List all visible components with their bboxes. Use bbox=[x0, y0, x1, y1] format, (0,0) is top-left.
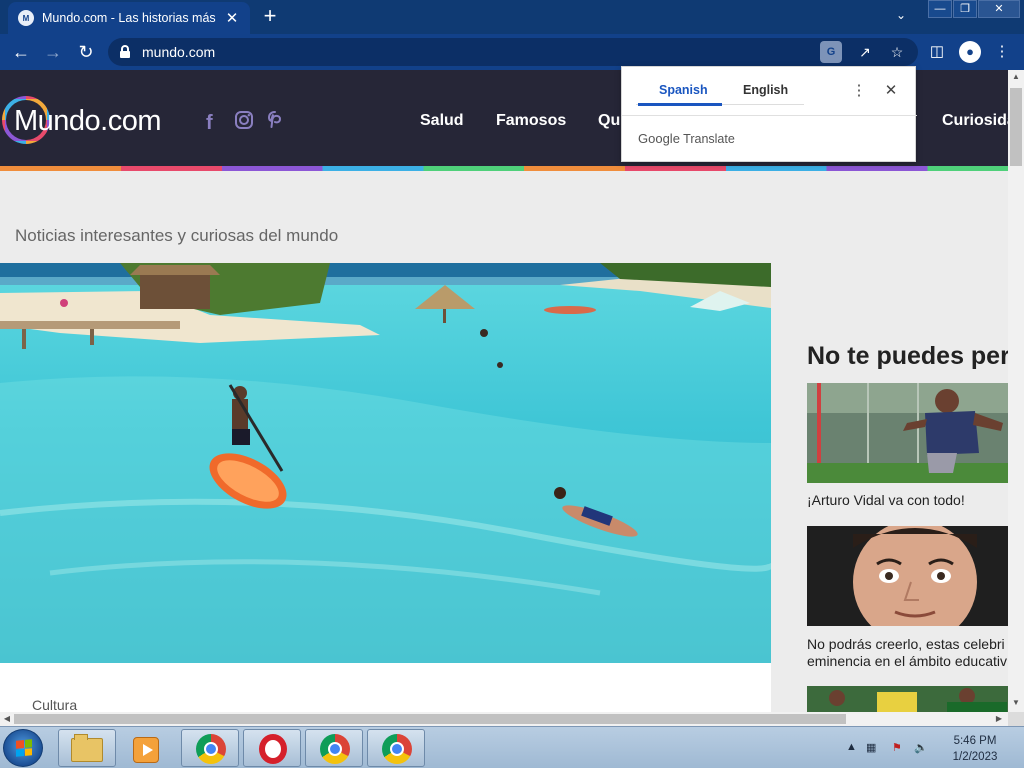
header-rainbow-stripe bbox=[0, 166, 1008, 171]
opera-icon bbox=[259, 734, 287, 764]
nav-famosos[interactable]: Famosos bbox=[496, 112, 566, 130]
translate-tab-english[interactable]: English bbox=[743, 83, 788, 97]
article-category[interactable]: Cultura bbox=[32, 697, 77, 712]
sidebar-title: No te puedes per bbox=[807, 342, 1008, 370]
taskbar-chrome-button-3[interactable] bbox=[367, 729, 425, 767]
chrome-icon bbox=[320, 734, 350, 764]
pinterest-icon[interactable] bbox=[266, 110, 284, 136]
new-tab-button[interactable]: + bbox=[258, 5, 282, 29]
instagram-icon[interactable] bbox=[234, 110, 254, 136]
chrome-menu-icon[interactable]: ⋮ bbox=[991, 41, 1013, 63]
translate-icon[interactable]: G bbox=[820, 41, 842, 63]
taskbar-chrome-button-2[interactable] bbox=[305, 729, 363, 767]
translate-brand-text: Translate bbox=[683, 132, 735, 146]
close-window-button[interactable]: ✕ bbox=[978, 0, 1020, 18]
chrome-icon bbox=[382, 734, 412, 764]
clock-time: 5:46 PM bbox=[953, 735, 997, 747]
taskbar-media-player-button[interactable] bbox=[120, 729, 178, 767]
browser-tab-mundo[interactable]: M Mundo.com - Las historias más e ✕ bbox=[8, 2, 250, 34]
browser-toolbar: ← → ↻ mundo.com G ↗ ☆ ◫ ● ⋮ bbox=[0, 34, 1024, 70]
scroll-down-arrow-icon[interactable]: ▼ bbox=[1008, 696, 1024, 710]
restore-window-button[interactable]: ❐ bbox=[953, 0, 977, 18]
sidebar-item-image-1[interactable] bbox=[807, 383, 1008, 483]
chrome-icon bbox=[196, 734, 226, 764]
minimize-window-button[interactable]: — bbox=[928, 0, 952, 18]
windows-taskbar: ▲ ▦ ⚑ 🔈 5:46 PM 1/2/2023 bbox=[0, 726, 1024, 768]
address-bar-url[interactable]: mundo.com bbox=[142, 44, 215, 60]
horizontal-scroll-thumb[interactable] bbox=[14, 714, 846, 724]
google-translate-brand: Google Translate bbox=[638, 131, 735, 146]
site-logo[interactable]: Mundo.com bbox=[14, 105, 162, 138]
browser-tab-strip: M Mundo.com - Las historias más e ✕ + ⌄ … bbox=[0, 0, 1024, 34]
translate-tab-spanish[interactable]: Spanish bbox=[659, 83, 708, 97]
facebook-icon[interactable]: f bbox=[206, 112, 213, 135]
share-icon[interactable]: ↗ bbox=[854, 41, 876, 63]
reload-button[interactable]: ↻ bbox=[75, 41, 97, 63]
taskbar-chrome-button-1[interactable] bbox=[181, 729, 239, 767]
network-icon[interactable]: ▦ bbox=[866, 741, 876, 754]
folder-icon bbox=[71, 734, 103, 762]
translate-popup: Spanish English ⋮ ✕ Google Translate bbox=[621, 66, 917, 162]
clock-date: 1/2/2023 bbox=[952, 751, 998, 763]
mundo-favicon-icon: M bbox=[18, 10, 34, 26]
scroll-left-arrow-icon[interactable]: ◀ bbox=[0, 712, 14, 726]
taskbar-explorer-button[interactable] bbox=[58, 729, 116, 767]
lock-icon[interactable] bbox=[120, 45, 130, 58]
start-button[interactable] bbox=[3, 729, 43, 767]
media-player-icon bbox=[133, 737, 159, 763]
translate-divider bbox=[622, 115, 917, 116]
article-card-footer bbox=[0, 663, 771, 712]
vertical-scrollbar[interactable]: ▲ ▼ bbox=[1008, 70, 1024, 712]
hero-image[interactable] bbox=[0, 263, 771, 663]
profile-avatar-icon[interactable]: ● bbox=[959, 41, 981, 63]
sidebar-item-caption-2[interactable]: No podrás creerlo, estas celebri bbox=[807, 636, 1008, 653]
side-panel-icon[interactable]: ◫ bbox=[926, 41, 948, 63]
translate-close-icon[interactable]: ✕ bbox=[881, 81, 901, 101]
tab-close-icon[interactable]: ✕ bbox=[224, 9, 240, 27]
tab-title: Mundo.com - Las historias más e bbox=[42, 11, 218, 25]
translate-options-icon[interactable]: ⋮ bbox=[849, 81, 869, 101]
scrollbar-corner bbox=[1008, 712, 1024, 726]
horizontal-scrollbar[interactable]: ◀ ▶ bbox=[0, 712, 1008, 726]
nav-salud[interactable]: Salud bbox=[420, 112, 464, 130]
back-button[interactable]: ← bbox=[10, 41, 32, 63]
action-center-icon[interactable]: ⚑ bbox=[892, 741, 902, 754]
google-brand-text: Google bbox=[638, 131, 680, 146]
sidebar-item-caption-2-line2[interactable]: eminencia en el ámbito educativ bbox=[807, 653, 1008, 670]
windows-flag-icon bbox=[16, 739, 32, 757]
sidebar-item-image-3[interactable] bbox=[807, 686, 1008, 712]
bookmark-star-icon[interactable]: ☆ bbox=[886, 41, 908, 63]
show-hidden-icons-icon[interactable]: ▲ bbox=[846, 741, 857, 753]
sidebar-item-caption-1[interactable]: ¡Arturo Vidal va con todo! bbox=[807, 492, 1008, 509]
web-page: Mundo.com f Salud Famosos Qui Curiosida … bbox=[0, 70, 1008, 712]
forward-button[interactable]: → bbox=[42, 41, 64, 63]
taskbar-clock[interactable]: 5:46 PM 1/2/2023 bbox=[944, 733, 1006, 765]
sidebar-item-image-2[interactable] bbox=[807, 526, 1008, 626]
tab-search-chevron-icon[interactable]: ⌄ bbox=[896, 8, 906, 22]
address-bar[interactable]: mundo.com G ↗ ☆ bbox=[108, 38, 918, 66]
nav-curiosidades[interactable]: Curiosida bbox=[942, 112, 1008, 130]
taskbar-opera-button[interactable] bbox=[243, 729, 301, 767]
vertical-scroll-thumb[interactable] bbox=[1010, 88, 1022, 166]
scroll-right-arrow-icon[interactable]: ▶ bbox=[992, 712, 1006, 726]
scroll-up-arrow-icon[interactable]: ▲ bbox=[1008, 70, 1024, 84]
volume-icon[interactable]: 🔈 bbox=[914, 741, 928, 754]
translate-active-indicator bbox=[638, 103, 722, 106]
site-tagline: Noticias interesantes y curiosas del mun… bbox=[15, 226, 339, 245]
